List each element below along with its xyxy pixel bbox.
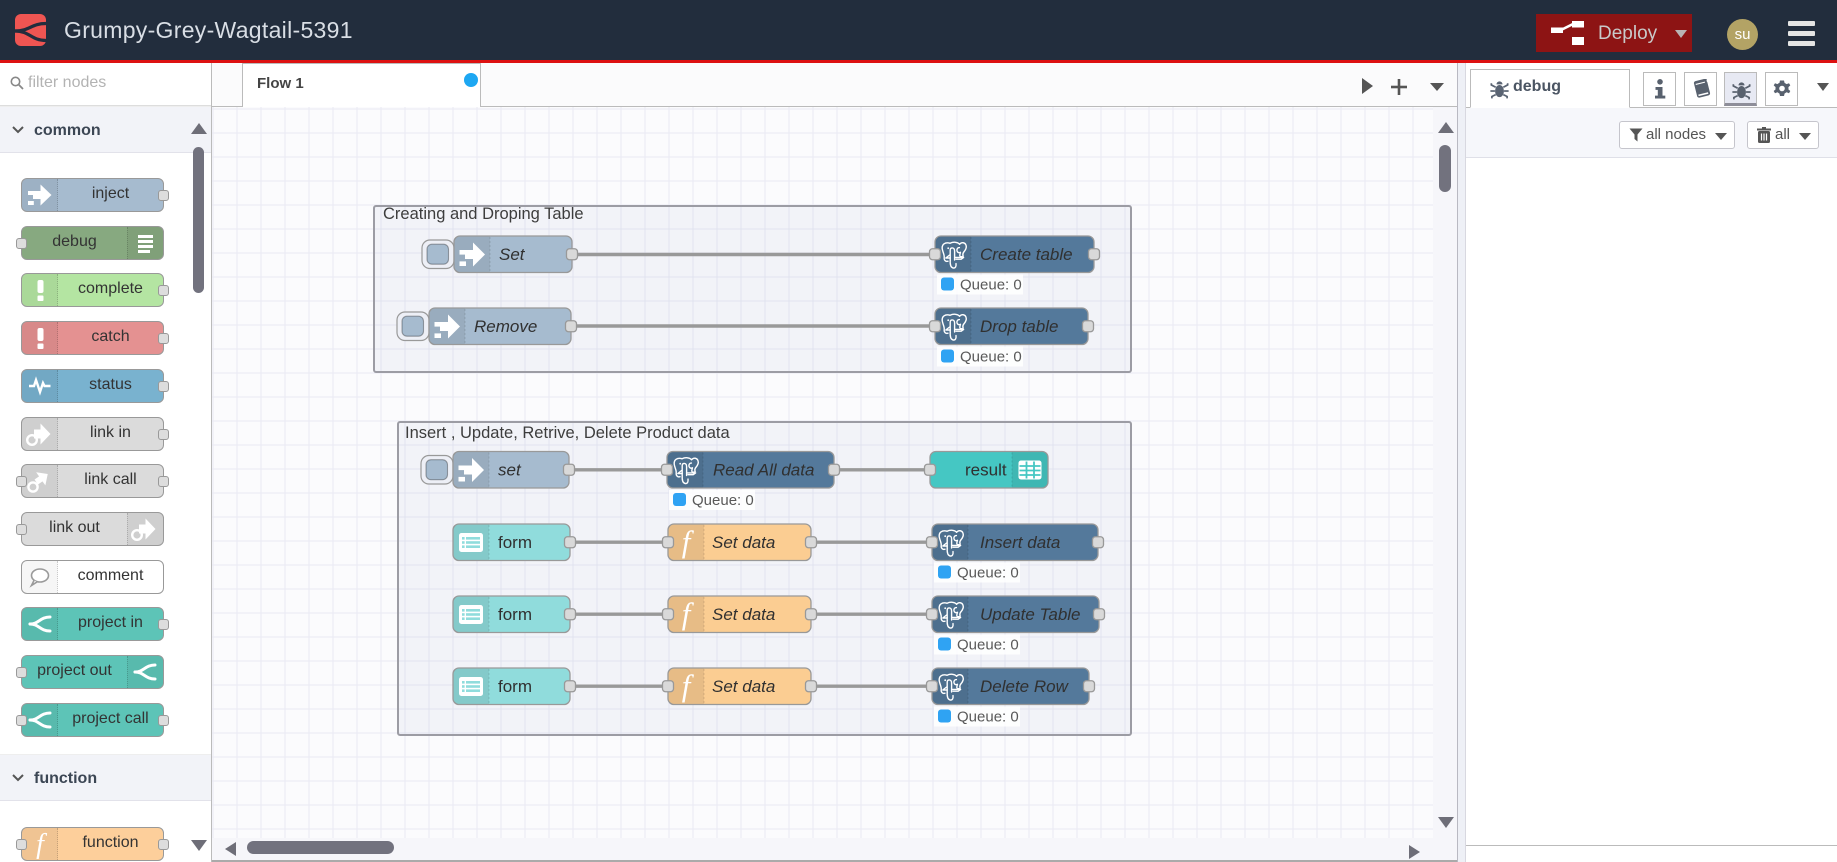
svg-text:Queue: 0: Queue: 0 xyxy=(960,349,1022,366)
svg-text:result: result xyxy=(965,461,1007,480)
svg-text:Queue: 0: Queue: 0 xyxy=(957,709,1019,726)
svg-text:Drop table: Drop table xyxy=(980,317,1058,336)
svg-text:Insert data: Insert data xyxy=(980,533,1060,552)
svg-text:Remove: Remove xyxy=(474,317,537,336)
svg-text:Set data: Set data xyxy=(712,605,775,624)
svg-text:Read All data: Read All data xyxy=(713,461,814,480)
svg-text:Insert , Update, Retrive, Dele: Insert , Update, Retrive, Delete Product… xyxy=(405,424,730,442)
svg-text:Delete Row: Delete Row xyxy=(980,677,1070,696)
svg-text:form: form xyxy=(498,677,532,696)
svg-text:Create table: Create table xyxy=(980,245,1073,264)
svg-text:Queue: 0: Queue: 0 xyxy=(957,637,1019,654)
svg-text:form: form xyxy=(498,533,532,552)
svg-text:Queue: 0: Queue: 0 xyxy=(692,492,754,509)
svg-text:Set: Set xyxy=(499,245,526,264)
svg-text:Set data: Set data xyxy=(712,677,775,696)
svg-text:f: f xyxy=(36,829,47,860)
svg-text:set: set xyxy=(498,461,522,480)
svg-text:Update Table: Update Table xyxy=(980,605,1081,624)
svg-text:Set data: Set data xyxy=(712,533,775,552)
svg-text:Creating and Droping Table: Creating and Droping Table xyxy=(383,205,584,223)
svg-text:form: form xyxy=(498,605,532,624)
svg-text:Queue: 0: Queue: 0 xyxy=(960,277,1022,294)
svg-text:Queue: 0: Queue: 0 xyxy=(957,565,1019,582)
